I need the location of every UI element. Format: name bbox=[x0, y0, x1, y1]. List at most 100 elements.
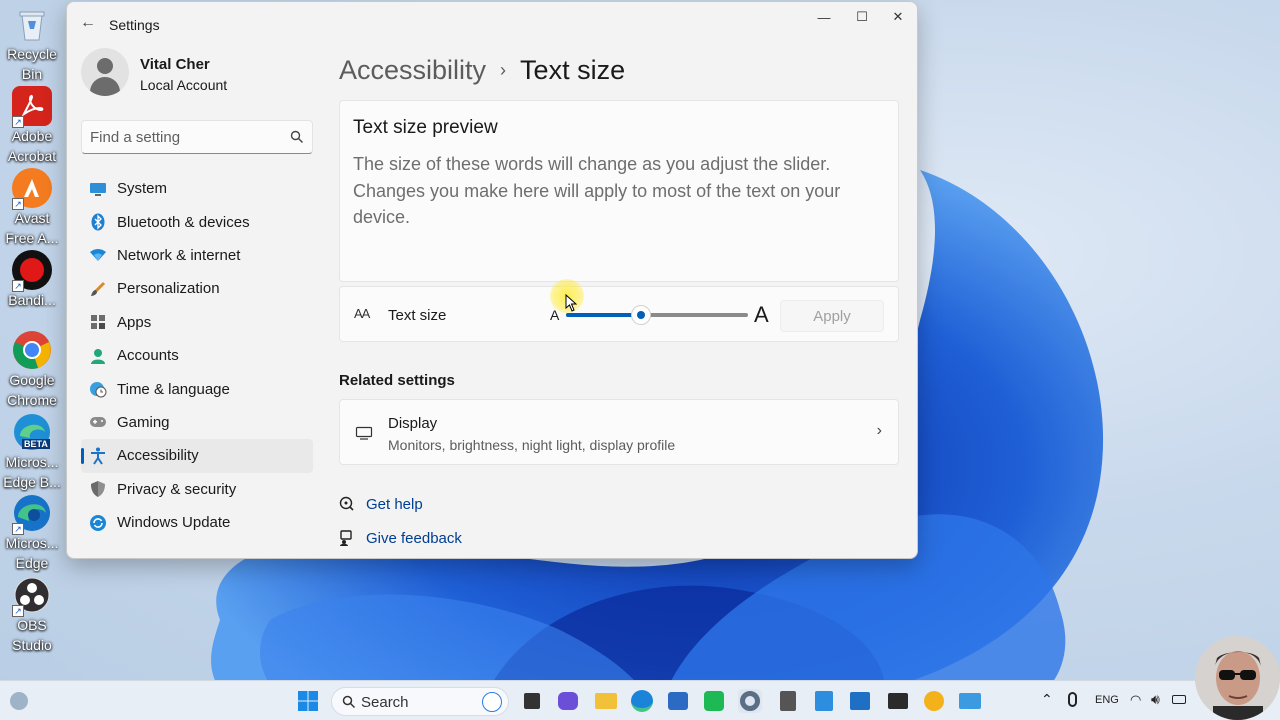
xbox-icon bbox=[704, 691, 724, 711]
xbox-button[interactable] bbox=[702, 689, 726, 713]
bing-icon bbox=[482, 692, 502, 712]
nav-item-time-language[interactable]: Time & language bbox=[81, 372, 313, 405]
desktop-icon-bandicam[interactable]: ↗ Bandi... bbox=[2, 250, 62, 310]
slider-thumb[interactable] bbox=[630, 305, 651, 325]
settings-icon bbox=[740, 691, 760, 711]
breadcrumb-parent[interactable]: Accessibility bbox=[339, 55, 486, 86]
taskbar-search[interactable]: Search bbox=[331, 687, 509, 716]
desktop-icon-obs[interactable]: ↗ OBS Studio bbox=[2, 575, 62, 655]
task-view-icon bbox=[524, 693, 540, 709]
mouse-cursor-icon bbox=[565, 294, 577, 312]
terminal-icon bbox=[888, 693, 908, 709]
nav-item-apps[interactable]: Apps bbox=[81, 306, 313, 339]
widgets-icon[interactable] bbox=[10, 692, 28, 710]
apps-icon bbox=[89, 313, 107, 331]
avatar bbox=[81, 48, 129, 96]
text-size-setting-row: AA Text size A A Apply bbox=[339, 286, 899, 342]
nav-item-gaming[interactable]: Gaming bbox=[81, 406, 313, 439]
remote-desktop-button[interactable] bbox=[958, 689, 982, 713]
apply-button[interactable]: Apply bbox=[780, 300, 884, 332]
desktop-icon-label: Recycle Bin bbox=[7, 46, 57, 82]
terminal-button[interactable] bbox=[886, 689, 910, 713]
settings-taskbar-button[interactable] bbox=[738, 689, 762, 713]
calendar-icon bbox=[850, 692, 870, 710]
language-indicator[interactable]: ENG bbox=[1095, 694, 1119, 706]
calculator-button[interactable] bbox=[776, 689, 800, 713]
store-button[interactable] bbox=[666, 689, 690, 713]
nav-item-privacy[interactable]: Privacy & security bbox=[81, 473, 313, 506]
shortcut-arrow-icon: ↗ bbox=[12, 523, 24, 535]
recycle-bin-icon bbox=[12, 4, 52, 44]
shortcut-arrow-icon: ↗ bbox=[12, 116, 24, 128]
store-icon bbox=[668, 692, 688, 710]
bandicam-icon: ↗ bbox=[12, 250, 52, 292]
monitor-icon bbox=[355, 426, 373, 440]
shield-icon bbox=[89, 480, 107, 498]
nav-item-network[interactable]: Network & internet bbox=[81, 239, 313, 272]
task-view-button[interactable] bbox=[520, 689, 544, 713]
microphone-icon[interactable] bbox=[1068, 692, 1077, 707]
text-size-slider[interactable] bbox=[566, 305, 748, 325]
search-icon[interactable] bbox=[290, 130, 304, 144]
related-settings-heading: Related settings bbox=[339, 372, 455, 389]
chevron-right-icon: › bbox=[876, 422, 882, 439]
accounts-icon bbox=[89, 347, 107, 365]
volume-icon[interactable]: 🔊︎ bbox=[1151, 691, 1160, 708]
update-icon bbox=[89, 514, 107, 532]
content-pane: Accessibility › Text size Text size prev… bbox=[339, 2, 899, 558]
edge-beta-icon: BETA bbox=[12, 412, 52, 452]
desktop-icon-edge[interactable]: ↗ Micros... Edge bbox=[2, 493, 62, 573]
nav-item-personalization[interactable]: Personalization bbox=[81, 272, 313, 305]
taskbar-search-label: Search bbox=[361, 694, 409, 711]
wifi-tray-icon[interactable]: ◠ bbox=[1130, 692, 1141, 708]
display-title: Display bbox=[388, 415, 438, 432]
calculator-icon bbox=[780, 691, 796, 711]
edge-taskbar-button[interactable] bbox=[630, 689, 654, 713]
back-button[interactable]: ← bbox=[77, 12, 99, 34]
nav-item-label: System bbox=[117, 180, 168, 198]
calendar-button[interactable] bbox=[848, 689, 872, 713]
taskbar: Search ⌃ ENG ◠ 🔊︎ bbox=[0, 680, 1280, 720]
settings-nav: System Bluetooth & devices Network & int… bbox=[81, 172, 313, 539]
system-icon bbox=[89, 180, 107, 198]
give-feedback-link[interactable]: Give feedback bbox=[339, 527, 462, 549]
get-help-link[interactable]: Get help bbox=[339, 493, 423, 515]
desktop-icon-recycle-bin[interactable]: Recycle Bin bbox=[2, 4, 62, 84]
nav-item-label: Time & language bbox=[117, 380, 230, 398]
desktop-icon-adobe-acrobat[interactable]: ↗ Adobe Acrobat bbox=[2, 86, 62, 166]
edge-icon bbox=[631, 690, 653, 712]
notepad-button[interactable] bbox=[812, 689, 836, 713]
settings-window: ← Settings — ☐ ✕ Vital Cher Local Accoun… bbox=[66, 1, 918, 559]
nav-item-accounts[interactable]: Accounts bbox=[81, 339, 313, 372]
nav-item-accessibility[interactable]: Accessibility bbox=[81, 439, 313, 473]
nav-item-label: Network & internet bbox=[117, 246, 241, 264]
beta-badge: BETA bbox=[22, 439, 50, 449]
nav-item-label: Apps bbox=[117, 313, 152, 331]
start-button[interactable] bbox=[296, 689, 320, 713]
battery-icon[interactable] bbox=[1172, 695, 1186, 704]
desktop-icon-edge-beta[interactable]: BETA Micros... Edge B... bbox=[2, 412, 62, 492]
desktop-icon-chrome[interactable]: Google Chrome bbox=[2, 330, 62, 410]
nav-item-bluetooth[interactable]: Bluetooth & devices bbox=[81, 205, 313, 238]
desktop-icon-avast[interactable]: ↗ Avast Free A... bbox=[2, 168, 62, 248]
nav-item-label: Privacy & security bbox=[117, 480, 237, 498]
nav-item-label: Accessibility bbox=[117, 447, 199, 465]
shortcut-arrow-icon: ↗ bbox=[12, 198, 24, 210]
nav-item-label: Gaming bbox=[117, 413, 170, 431]
user-profile[interactable]: Vital Cher Local Account bbox=[81, 48, 321, 104]
shortcut-arrow-icon: ↗ bbox=[12, 280, 24, 292]
nav-item-windows-update[interactable]: Windows Update bbox=[81, 506, 313, 539]
nav-item-system[interactable]: System bbox=[81, 172, 313, 205]
canary-button[interactable] bbox=[922, 689, 946, 713]
webcam-overlay bbox=[1195, 636, 1280, 720]
text-size-label: Text size bbox=[388, 307, 447, 324]
nav-item-label: Bluetooth & devices bbox=[117, 213, 250, 231]
chevron-up-icon[interactable]: ⌃ bbox=[1041, 691, 1053, 708]
chat-button[interactable] bbox=[556, 689, 580, 713]
start-icon bbox=[298, 691, 318, 711]
search-input[interactable] bbox=[90, 127, 280, 147]
file-explorer-button[interactable] bbox=[594, 689, 618, 713]
display-settings-link[interactable]: Display Monitors, brightness, night ligh… bbox=[339, 399, 899, 465]
desktop-icon-label: Google Chrome bbox=[7, 372, 57, 408]
desktop-icon-label: Micros... Edge B... bbox=[3, 454, 61, 490]
